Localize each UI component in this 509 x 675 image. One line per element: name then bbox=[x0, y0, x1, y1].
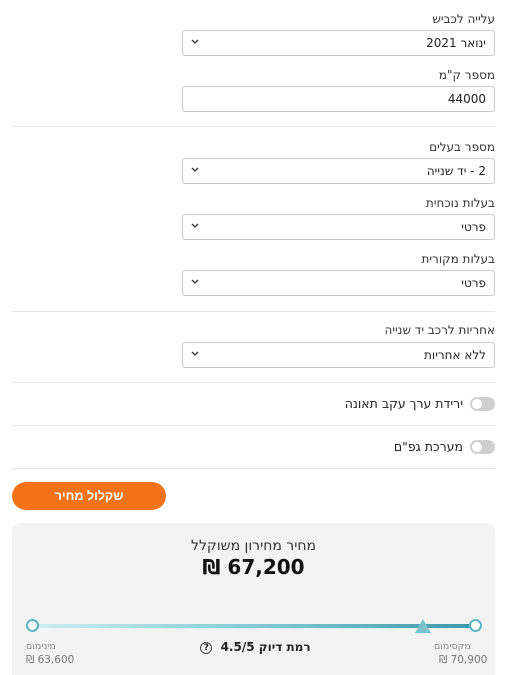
divider bbox=[12, 425, 495, 426]
original-ownership-value: פרטי bbox=[461, 276, 486, 290]
accident-depreciation-toggle[interactable] bbox=[470, 397, 495, 411]
airbags-toggle[interactable] bbox=[470, 440, 495, 454]
km-value: 44000 bbox=[447, 92, 486, 106]
divider bbox=[12, 382, 495, 383]
current-ownership-value: פרטי bbox=[461, 220, 486, 234]
current-ownership-label: בעלות נוכחית bbox=[425, 196, 495, 210]
chevron-down-icon bbox=[191, 279, 199, 284]
price-range-bar bbox=[34, 624, 475, 628]
warranty-value: ללא אחריות bbox=[424, 348, 486, 362]
registration-date-value: ינואר 2021 bbox=[426, 36, 486, 50]
result-card: מחיר מחירון משוקלל ₪ 67,200 מקסימום ₪ 70… bbox=[12, 523, 495, 675]
chevron-down-icon bbox=[191, 351, 199, 356]
km-input[interactable]: 44000 bbox=[182, 86, 495, 112]
registration-date-select[interactable]: ינואר 2021 bbox=[182, 30, 495, 56]
calculate-price-button[interactable]: שקלול מחיר bbox=[12, 482, 166, 510]
divider bbox=[12, 468, 495, 469]
warranty-label: אחריות לרכב יד שנייה bbox=[384, 323, 495, 337]
divider bbox=[12, 126, 495, 127]
warranty-select[interactable]: ללא אחריות bbox=[182, 342, 495, 368]
km-label: מספר ק"מ bbox=[438, 68, 495, 82]
registration-date-label: עלייה לכביש bbox=[432, 12, 495, 26]
result-title: מחיר מחירון משוקלל bbox=[191, 538, 316, 554]
help-icon[interactable]: ? bbox=[200, 642, 213, 654]
range-min-dot bbox=[26, 619, 39, 632]
airbags-row: מערכת גפ"ם bbox=[12, 436, 495, 458]
airbags-label: מערכת גפ"ם bbox=[393, 439, 463, 454]
chevron-down-icon bbox=[191, 39, 199, 44]
chevron-down-icon bbox=[191, 167, 199, 172]
accuracy-value: 4.5/5 bbox=[220, 640, 255, 654]
owners-count-select[interactable]: 2 - יד שנייה bbox=[182, 158, 495, 184]
accident-depreciation-label: ירידת ערך עקב תאונה bbox=[344, 396, 463, 411]
original-ownership-select[interactable]: פרטי bbox=[182, 270, 495, 296]
toggle-knob bbox=[472, 399, 482, 409]
accuracy-label: רמת דיוק bbox=[258, 640, 311, 654]
accuracy-rating: רמת דיוק 4.5/5 ? bbox=[12, 640, 495, 654]
range-min-value: ₪ 63,600 bbox=[26, 654, 75, 666]
divider bbox=[12, 311, 495, 312]
marker-triangle-icon bbox=[415, 619, 431, 633]
owners-count-label: מספר בעלים bbox=[429, 140, 495, 154]
toggle-knob bbox=[472, 442, 482, 452]
result-price: ₪ 67,200 bbox=[202, 555, 305, 579]
original-ownership-label: בעלות מקורית bbox=[421, 252, 495, 266]
chevron-down-icon bbox=[191, 223, 199, 228]
range-max-value: ₪ 70,900 bbox=[439, 654, 488, 666]
current-ownership-select[interactable]: פרטי bbox=[182, 214, 495, 240]
range-max-dot bbox=[469, 619, 482, 632]
owners-count-value: 2 - יד שנייה bbox=[426, 164, 486, 178]
accident-depreciation-row: ירידת ערך עקב תאונה bbox=[12, 393, 495, 415]
